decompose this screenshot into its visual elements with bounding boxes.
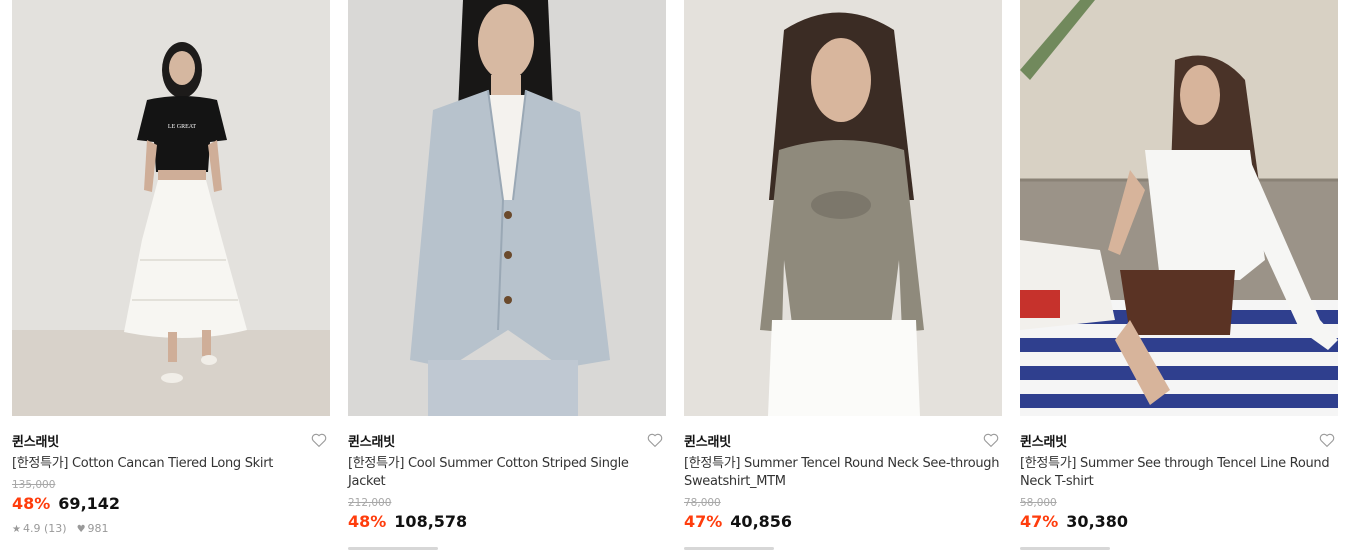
sale-price: 40,856	[730, 512, 793, 531]
product-image[interactable]: LE GREAT	[12, 0, 330, 416]
original-price: 212,000	[348, 497, 392, 509]
svg-text:LE GREAT: LE GREAT	[168, 124, 196, 130]
original-price: 135,000	[12, 479, 56, 491]
original-price: 78,000	[684, 497, 721, 509]
discount-rate: 48%	[12, 494, 51, 513]
sale-price: 30,380	[1066, 512, 1129, 531]
product-info: 퀸스래빗 [한정특가] Cool Summer Cotton Striped S…	[348, 416, 666, 550]
product-image[interactable]	[348, 0, 666, 416]
brand-row: 퀸스래빗	[12, 430, 330, 450]
product-meta-cropped	[348, 542, 666, 550]
brand-row: 퀸스래빗	[1020, 430, 1338, 450]
product-meta-cropped	[1020, 542, 1338, 550]
product-title[interactable]: [한정특가] Summer Tencel Round Neck See-thro…	[684, 455, 1002, 491]
star-icon: ★	[12, 524, 21, 535]
price-row: 48% 108,578	[348, 512, 666, 534]
likes: ♥ 981	[77, 522, 109, 535]
heart-outline-icon[interactable]	[310, 431, 328, 449]
original-price: 58,000	[1020, 497, 1057, 509]
product-image[interactable]	[1020, 0, 1338, 416]
product-info: 퀸스래빗 [한정특가] Cotton Cancan Tiered Long Sk…	[12, 416, 330, 535]
product-title[interactable]: [한정특가] Cotton Cancan Tiered Long Skirt	[12, 455, 330, 473]
product-info: 퀸스래빗 [한정특가] Summer Tencel Round Neck See…	[684, 416, 1002, 550]
price-row: 47% 40,856	[684, 512, 1002, 534]
brand-name[interactable]: 퀸스래빗	[684, 431, 731, 450]
heart-filled-icon: ♥	[76, 524, 86, 535]
brand-name[interactable]: 퀸스래빗	[12, 431, 59, 450]
product-title[interactable]: [한정특가] Summer See through Tencel Line Ro…	[1020, 455, 1338, 491]
product-card[interactable]: LE GREAT 퀸스래빗 [한정특가] Cotton Cancan Tiere…	[12, 0, 330, 535]
product-title[interactable]: [한정특가] Cool Summer Cotton Striped Single…	[348, 455, 666, 491]
discount-rate: 47%	[1020, 512, 1059, 531]
product-meta: ★ 4.9 (13) ♥ 981	[12, 522, 330, 535]
product-image[interactable]	[684, 0, 1002, 416]
discount-rate: 48%	[348, 512, 387, 531]
rating: ★ 4.9 (13)	[12, 522, 67, 535]
product-card[interactable]: 퀸스래빗 [한정특가] Summer See through Tencel Li…	[1020, 0, 1338, 550]
product-card[interactable]: 퀸스래빗 [한정특가] Summer Tencel Round Neck See…	[684, 0, 1002, 550]
product-card[interactable]: 퀸스래빗 [한정특가] Cool Summer Cotton Striped S…	[348, 0, 666, 550]
heart-outline-icon[interactable]	[646, 431, 664, 449]
brand-name[interactable]: 퀸스래빗	[348, 431, 395, 450]
sale-price: 108,578	[394, 512, 468, 531]
heart-outline-icon[interactable]	[1318, 431, 1336, 449]
brand-name[interactable]: 퀸스래빗	[1020, 431, 1067, 450]
product-grid: LE GREAT 퀸스래빗 [한정특가] Cotton Cancan Tiere…	[0, 0, 1346, 550]
discount-rate: 47%	[684, 512, 723, 531]
price-row: 48% 69,142	[12, 494, 330, 516]
heart-outline-icon[interactable]	[982, 431, 1000, 449]
brand-row: 퀸스래빗	[348, 430, 666, 450]
price-row: 47% 30,380	[1020, 512, 1338, 534]
review-count: (13)	[43, 522, 67, 535]
product-meta-cropped	[684, 542, 1002, 550]
rating-value: 4.9	[22, 522, 41, 535]
like-count: 981	[87, 522, 109, 535]
brand-row: 퀸스래빗	[684, 430, 1002, 450]
sale-price: 69,142	[58, 494, 121, 513]
product-info: 퀸스래빗 [한정특가] Summer See through Tencel Li…	[1020, 416, 1338, 550]
